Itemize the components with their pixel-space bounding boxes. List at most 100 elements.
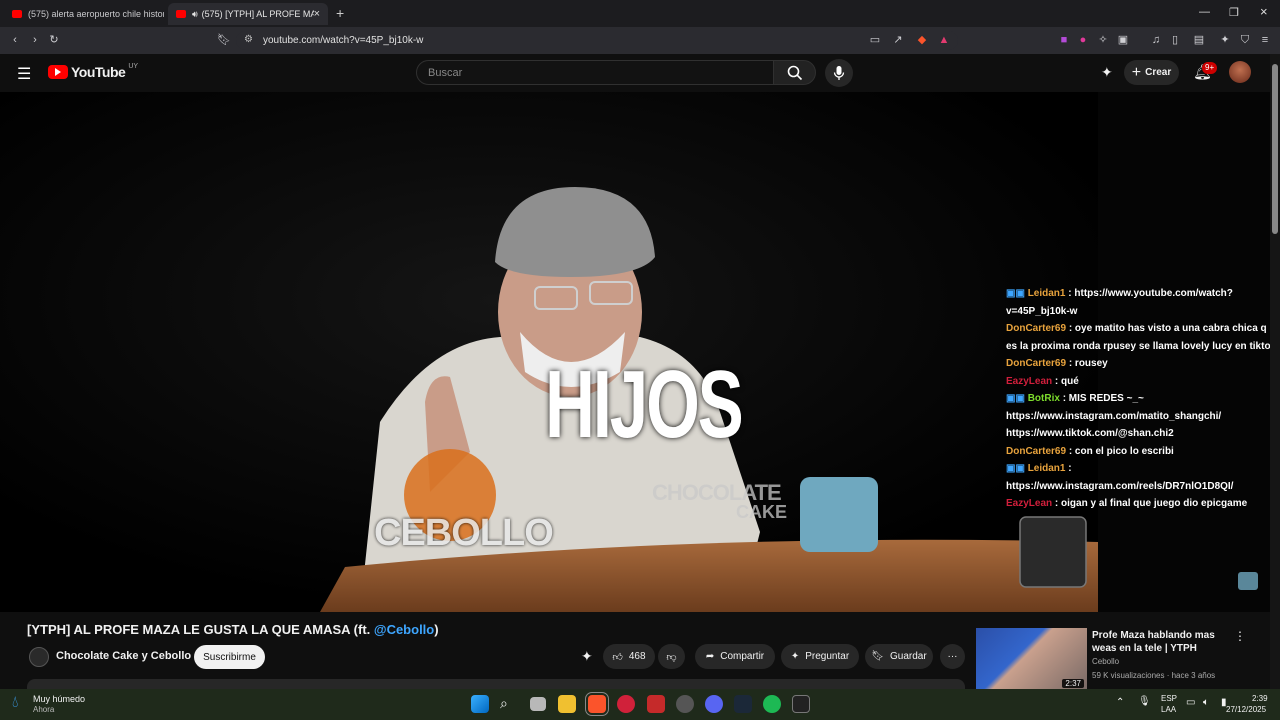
- restore-button[interactable]: ❐: [1229, 6, 1239, 19]
- ai-sparkle-icon[interactable]: ✦: [1101, 64, 1113, 81]
- chat-text: : rousey: [1068, 358, 1108, 369]
- weather-droplet-icon[interactable]: 💧︎: [12, 694, 18, 712]
- tab-current-video[interactable]: 🔊︎ (575) [YTPH] AL PROFE MAZA ×: [168, 3, 328, 25]
- tray-mic-icon[interactable]: 🎙︎: [1138, 696, 1151, 707]
- dislike-button[interactable]: 👎︎: [658, 644, 685, 669]
- avatar[interactable]: [1229, 61, 1251, 83]
- reload-icon[interactable]: ↻: [48, 34, 60, 46]
- close-window-button[interactable]: ×: [1260, 4, 1268, 19]
- extension-pink-icon[interactable]: ●: [1077, 34, 1089, 46]
- clock-time[interactable]: 2:39: [1252, 694, 1268, 703]
- related-thumbnail[interactable]: 2:37: [976, 628, 1087, 689]
- extensions-icon[interactable]: ✧: [1097, 34, 1109, 46]
- site-info-icon[interactable]: ⚙︎: [244, 34, 253, 45]
- brave-browser-icon[interactable]: [585, 692, 609, 716]
- tab-alerta[interactable]: (575) alerta aeropuerto chile history: [4, 3, 164, 25]
- brave-rewards-icon[interactable]: ▲: [938, 34, 950, 46]
- file-explorer-icon[interactable]: [558, 695, 576, 713]
- related-more-icon[interactable]: ⋮: [1234, 629, 1246, 643]
- voice-search-button[interactable]: [825, 59, 853, 87]
- lang-layout[interactable]: LAA: [1161, 705, 1176, 714]
- tab-label: (575) alerta aeropuerto chile history: [28, 9, 164, 19]
- clock-date[interactable]: 27/12/2025: [1226, 705, 1266, 714]
- hamburger-menu-icon[interactable]: ☰: [17, 64, 31, 84]
- like-button[interactable]: 👍︎ 468: [603, 644, 655, 669]
- menu-icon[interactable]: ≡: [1259, 34, 1271, 46]
- brave-shield-icon[interactable]: ◆: [916, 34, 928, 46]
- cast-icon[interactable]: ▭: [869, 34, 881, 46]
- sidebar-icon[interactable]: ▯: [1169, 34, 1181, 46]
- wallet-icon[interactable]: ▣: [1117, 34, 1129, 46]
- related-channel[interactable]: Cebollo: [1092, 657, 1119, 666]
- ai-sparkle-icon[interactable]: ✦: [581, 648, 593, 665]
- channel-watermark-icon[interactable]: [1238, 572, 1258, 590]
- red-app-icon[interactable]: [647, 695, 665, 713]
- chat-message: DonCarter69 : con el pico lo escribi: [1006, 443, 1280, 461]
- youtube-play-logo-icon: [48, 65, 68, 79]
- extension-purple-icon[interactable]: ■: [1058, 34, 1070, 46]
- new-tab-button[interactable]: +: [336, 5, 344, 21]
- media-player-icon[interactable]: [617, 695, 635, 713]
- microphone-icon: [833, 66, 845, 80]
- search-icon: [787, 65, 802, 80]
- scrollbar-thumb[interactable]: [1272, 64, 1278, 234]
- channel-name[interactable]: Chocolate Cake y Cebollo: [56, 650, 191, 662]
- subscribe-button[interactable]: Suscribirme: [194, 645, 265, 669]
- save-button[interactable]: 🔖︎ Guardar: [865, 644, 933, 669]
- related-title[interactable]: Profe Maza hablando mas weas en la tele …: [1092, 629, 1232, 655]
- youtube-favicon-icon: [12, 10, 22, 18]
- chrome-icon[interactable]: [676, 695, 694, 713]
- title-end: ): [434, 622, 439, 637]
- network-icon[interactable]: ▭: [1186, 697, 1195, 708]
- title-mention-link[interactable]: @Cebollo: [374, 622, 434, 637]
- search-input[interactable]: Buscar: [416, 60, 774, 85]
- lang-code[interactable]: ESP: [1161, 694, 1177, 703]
- description-box[interactable]: [27, 679, 965, 689]
- back-icon[interactable]: ‹: [9, 34, 21, 46]
- music-icon[interactable]: ♫: [1150, 34, 1162, 46]
- vpn-icon[interactable]: ⛉: [1239, 34, 1251, 46]
- more-icon: ···: [947, 651, 958, 662]
- thumbs-up-icon: 👍︎: [612, 651, 623, 663]
- tab-label: (575) [YTPH] AL PROFE MAZA: [201, 9, 314, 19]
- channel-avatar[interactable]: [29, 647, 49, 667]
- sparkle-icon: ✦: [790, 651, 800, 662]
- chat-user: BotRix: [1027, 393, 1060, 404]
- chat-message: ▣▣ Leidan1 : https://www.youtube.com/wat…: [1006, 288, 1233, 317]
- spotify-icon[interactable]: [763, 695, 781, 713]
- task-view-icon[interactable]: [530, 697, 546, 711]
- leo-ai-icon[interactable]: ✦: [1219, 34, 1231, 46]
- ask-label: Preguntar: [805, 651, 850, 662]
- share-icon[interactable]: ↗: [892, 34, 904, 46]
- create-button[interactable]: + Crear: [1124, 60, 1179, 85]
- youtube-logo[interactable]: YouTube UY: [48, 63, 138, 80]
- chat-overlay: ▣▣ Leidan1 : https://www.youtube.com/wat…: [1006, 285, 1280, 513]
- chat-text: : oigan y al final que juego dio epicgam…: [1054, 498, 1248, 509]
- like-count: 468: [628, 651, 646, 662]
- weather-title[interactable]: Muy húmedo: [33, 694, 85, 704]
- forward-icon[interactable]: ›: [29, 34, 41, 46]
- share-button[interactable]: ➦ Compartir: [695, 644, 775, 669]
- minimize-button[interactable]: —: [1199, 6, 1210, 18]
- bookmark-icon[interactable]: 🔖︎: [217, 34, 231, 46]
- chat-user: Leidan1: [1027, 463, 1066, 474]
- chat-user: DonCarter69: [1006, 358, 1067, 369]
- taskbar-search-icon[interactable]: ⌕: [500, 695, 508, 712]
- search-button[interactable]: [773, 60, 816, 85]
- steam-icon[interactable]: [734, 695, 752, 713]
- discord-icon[interactable]: [705, 695, 723, 713]
- epic-games-icon[interactable]: [792, 695, 810, 713]
- address-field[interactable]: ⚙︎ youtube.com/watch?v=45P_bj10k-w: [236, 31, 958, 50]
- windows-start-icon[interactable]: [471, 695, 489, 713]
- tray-chevron-icon[interactable]: ⌃: [1116, 697, 1124, 708]
- ask-button[interactable]: ✦ Preguntar: [781, 644, 859, 669]
- page-scrollbar[interactable]: [1270, 54, 1280, 689]
- close-tab-icon[interactable]: ×: [314, 8, 320, 20]
- speaker-icon: 🔊︎: [192, 8, 198, 19]
- volume-icon[interactable]: 🔈︎: [1203, 697, 1209, 708]
- more-actions-button[interactable]: ···: [940, 644, 965, 669]
- chat-message: DonCarter69 : rousey: [1006, 355, 1280, 373]
- video-overlay-text: HIJOS: [545, 351, 744, 458]
- related-stats: 59 K visualizaciones · hace 3 años: [1092, 671, 1216, 680]
- notes-icon[interactable]: ▤: [1193, 34, 1205, 46]
